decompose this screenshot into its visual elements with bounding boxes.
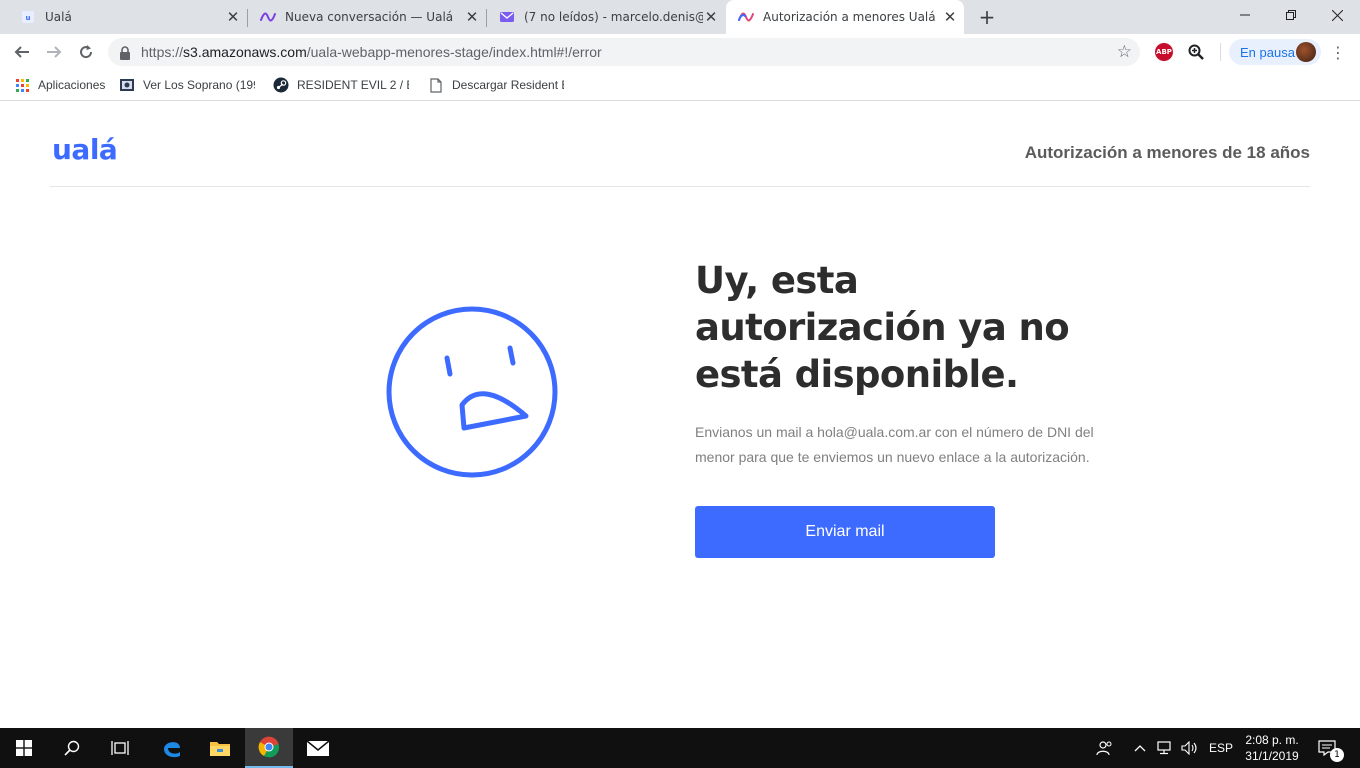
tab-uala[interactable]: u Ualá ✕ (0, 0, 247, 34)
language-indicator[interactable]: ESP (1209, 728, 1233, 768)
windows-start-icon[interactable] (0, 728, 48, 768)
bookmark-star-icon[interactable]: ☆ (1117, 42, 1132, 62)
chrome-taskbar-icon[interactable] (245, 728, 293, 768)
bookmark-aplicaciones[interactable]: Aplicaciones (14, 76, 105, 94)
sad-face-icon (384, 304, 560, 480)
logo-text: ualá (52, 133, 118, 166)
tab-autorizacion-active[interactable]: Autorización a menores Ualá ✕ (726, 0, 964, 34)
page-content: ualá Autorización a menores de 18 años U… (0, 102, 1360, 728)
back-arrow-icon[interactable] (8, 38, 36, 66)
bookmark-descargar[interactable]: Descargar Resident E (428, 76, 568, 94)
task-view-icon[interactable] (96, 728, 144, 768)
page-icon (428, 77, 444, 93)
browser-toolbar: https://s3.amazonaws.com/uala-webapp-men… (0, 34, 1360, 70)
url-scheme: https:// (141, 44, 184, 60)
address-bar[interactable]: https://s3.amazonaws.com/uala-webapp-men… (108, 38, 1140, 66)
profile-button[interactable]: En pausa (1229, 39, 1321, 65)
film-icon (119, 77, 135, 93)
adblock-plus-icon[interactable]: ABP (1154, 42, 1174, 62)
show-hidden-icons-chevron-icon[interactable] (1134, 728, 1146, 768)
uala-logo[interactable]: ualá (52, 133, 118, 166)
error-headline: Uy, esta autorización ya no está disponi… (695, 259, 1070, 396)
bookmarks-bar: Aplicaciones Ver Los Soprano (199 RESIDE… (0, 70, 1360, 101)
reload-icon[interactable] (72, 38, 100, 66)
page-header-title: Autorización a menores de 18 años (1024, 143, 1310, 162)
steam-icon (273, 77, 289, 93)
bookmark-label: Aplicaciones (38, 78, 106, 92)
header-divider (50, 186, 1310, 187)
file-explorer-icon[interactable] (196, 728, 244, 768)
close-icon[interactable]: ✕ (703, 8, 719, 26)
tab-strip: u Ualá ✕ Nueva conversación — Ualá ✕ (7 … (0, 0, 1360, 34)
toolbar-separator (1220, 43, 1221, 61)
tab-mail[interactable]: (7 no leídos) - marcelo.denis@ya ✕ (487, 0, 725, 34)
url-text: https://s3.amazonaws.com/uala-webapp-men… (141, 44, 602, 60)
close-icon[interactable]: ✕ (942, 8, 958, 26)
clock-date: 31/1/2019 (1245, 749, 1299, 763)
tab-title: Ualá (45, 10, 72, 24)
new-tab-plus-icon[interactable]: + (976, 5, 998, 29)
bookmark-label: RESIDENT EVIL 2 / BI (297, 78, 409, 92)
tab-title: Nueva conversación — Ualá (285, 10, 454, 24)
send-mail-button[interactable]: Enviar mail (695, 506, 995, 558)
uala-favicon-icon: u (20, 9, 36, 25)
mail-icon (499, 9, 515, 25)
search-icon[interactable] (48, 728, 96, 768)
bookmark-label: Ver Los Soprano (199 (143, 78, 255, 92)
clock-time: 2:08 p. m. (1245, 733, 1299, 747)
people-icon[interactable] (1096, 728, 1114, 768)
window-close-icon[interactable] (1314, 0, 1360, 30)
forward-arrow-icon[interactable] (40, 38, 68, 66)
bookmark-soprano[interactable]: Ver Los Soprano (199 (119, 76, 259, 94)
restore-icon[interactable] (1268, 0, 1314, 30)
windows-taskbar: ESP 2:08 p. m. 31/1/2019 (0, 728, 1360, 768)
close-icon[interactable]: ✕ (225, 8, 241, 26)
minimize-icon[interactable] (1222, 0, 1268, 30)
mail-app-icon[interactable] (294, 728, 342, 768)
url-host: s3.amazonaws.com (183, 44, 307, 60)
svg-text:u: u (26, 14, 31, 22)
tab-title: Autorización a menores Ualá (763, 10, 936, 24)
close-icon[interactable]: ✕ (464, 8, 480, 26)
edge-browser-icon[interactable] (148, 728, 196, 768)
error-description: Envianos un mail a hola@uala.com.ar con … (695, 424, 1094, 465)
avatar (1296, 42, 1316, 62)
system-clock[interactable]: 2:08 p. m. 31/1/2019 (1238, 732, 1306, 764)
url-path: /uala-webapp-menores-stage/index.html#!/… (306, 44, 602, 60)
tab-title: (7 no leídos) - marcelo.denis@ya (524, 10, 703, 24)
apps-grid-icon (14, 77, 30, 93)
notification-count-badge: 1 (1330, 748, 1344, 762)
zoom-icon[interactable] (1186, 42, 1206, 62)
volume-icon[interactable] (1181, 728, 1199, 768)
more-menu-icon[interactable]: ⋮ (1330, 42, 1346, 62)
network-icon[interactable] (1157, 728, 1175, 768)
tab-nueva-conversacion[interactable]: Nueva conversación — Ualá ✕ (248, 0, 486, 34)
lock-icon (119, 45, 133, 60)
profile-status-label: En pausa (1240, 44, 1295, 60)
uala-wave-icon (260, 9, 276, 25)
uala-wave-icon (738, 9, 754, 25)
bookmark-label: Descargar Resident E (452, 78, 564, 92)
bookmark-resident-evil[interactable]: RESIDENT EVIL 2 / BI (273, 76, 413, 94)
